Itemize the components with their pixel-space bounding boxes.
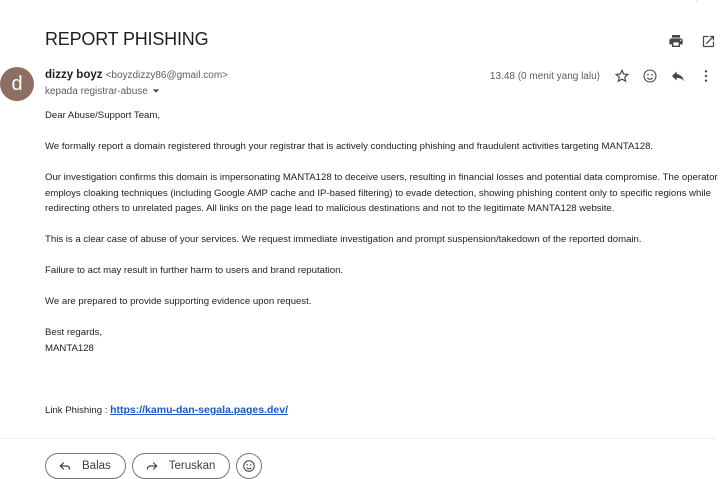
phishing-link-line: Link Phishing : https://kamu-dan-segala.… <box>45 404 288 416</box>
more-vert-icon[interactable] <box>696 66 716 86</box>
forward-button-label: Teruskan <box>168 460 216 472</box>
signature: MANTA128 <box>45 342 94 354</box>
reply-button-label: Balas <box>82 460 111 472</box>
sender-line: dizzy boyz <boyzdizzy86@gmail.com> <box>45 69 228 81</box>
divider <box>0 438 716 439</box>
star-icon[interactable] <box>612 66 632 86</box>
footer-actions: Balas Teruskan <box>45 453 263 479</box>
closing: Best regards, <box>45 327 103 338</box>
body-paragraph: Our investigation confirms this domain i… <box>45 172 718 214</box>
sender-email: <boyzdizzy86@gmail.com> <box>105 70 229 81</box>
print-icon[interactable] <box>666 31 686 51</box>
emoji-icon[interactable] <box>640 66 660 86</box>
sender-avatar[interactable]: d <box>0 67 34 101</box>
subject-actions <box>666 31 718 51</box>
message-meta: 13.48 (0 menit yang lalu) <box>490 66 716 86</box>
recipient-line: kepada registrar-abuse <box>45 86 160 97</box>
email-body: Dear Abuse/Support Team, We formally rep… <box>45 108 720 356</box>
forward-icon <box>145 459 159 473</box>
body-paragraph: Failure to act may result in further har… <box>45 265 344 276</box>
open-in-new-icon[interactable] <box>698 31 718 51</box>
emoji-reaction-button[interactable] <box>236 453 263 479</box>
forward-button[interactable]: Teruskan <box>131 453 231 479</box>
body-paragraph: Dear Abuse/Support Team, <box>45 110 161 121</box>
chevron-down-icon[interactable] <box>152 87 160 97</box>
reply-icon <box>58 459 72 473</box>
timestamp: 13.48 (0 menit yang lalu) <box>489 70 600 82</box>
body-paragraph: We are prepared to provide supporting ev… <box>45 296 312 307</box>
phishing-link[interactable]: https://kamu-dan-segala.pages.dev/ <box>110 404 288 416</box>
reply-button[interactable]: Balas <box>45 453 126 479</box>
phishing-link-label: Link Phishing : <box>45 405 111 416</box>
reply-icon[interactable] <box>668 66 688 86</box>
body-paragraph: This is a clear case of abuse of your se… <box>45 234 642 245</box>
recipient-text: kepada registrar-abuse <box>45 86 148 97</box>
email-subject: REPORT PHISHING <box>45 29 209 49</box>
partial-toolbar-icon <box>688 0 698 2</box>
emoji-icon <box>243 460 256 472</box>
sender-name[interactable]: dizzy boyz <box>45 69 103 81</box>
body-paragraph: We formally report a domain registered t… <box>45 141 654 152</box>
